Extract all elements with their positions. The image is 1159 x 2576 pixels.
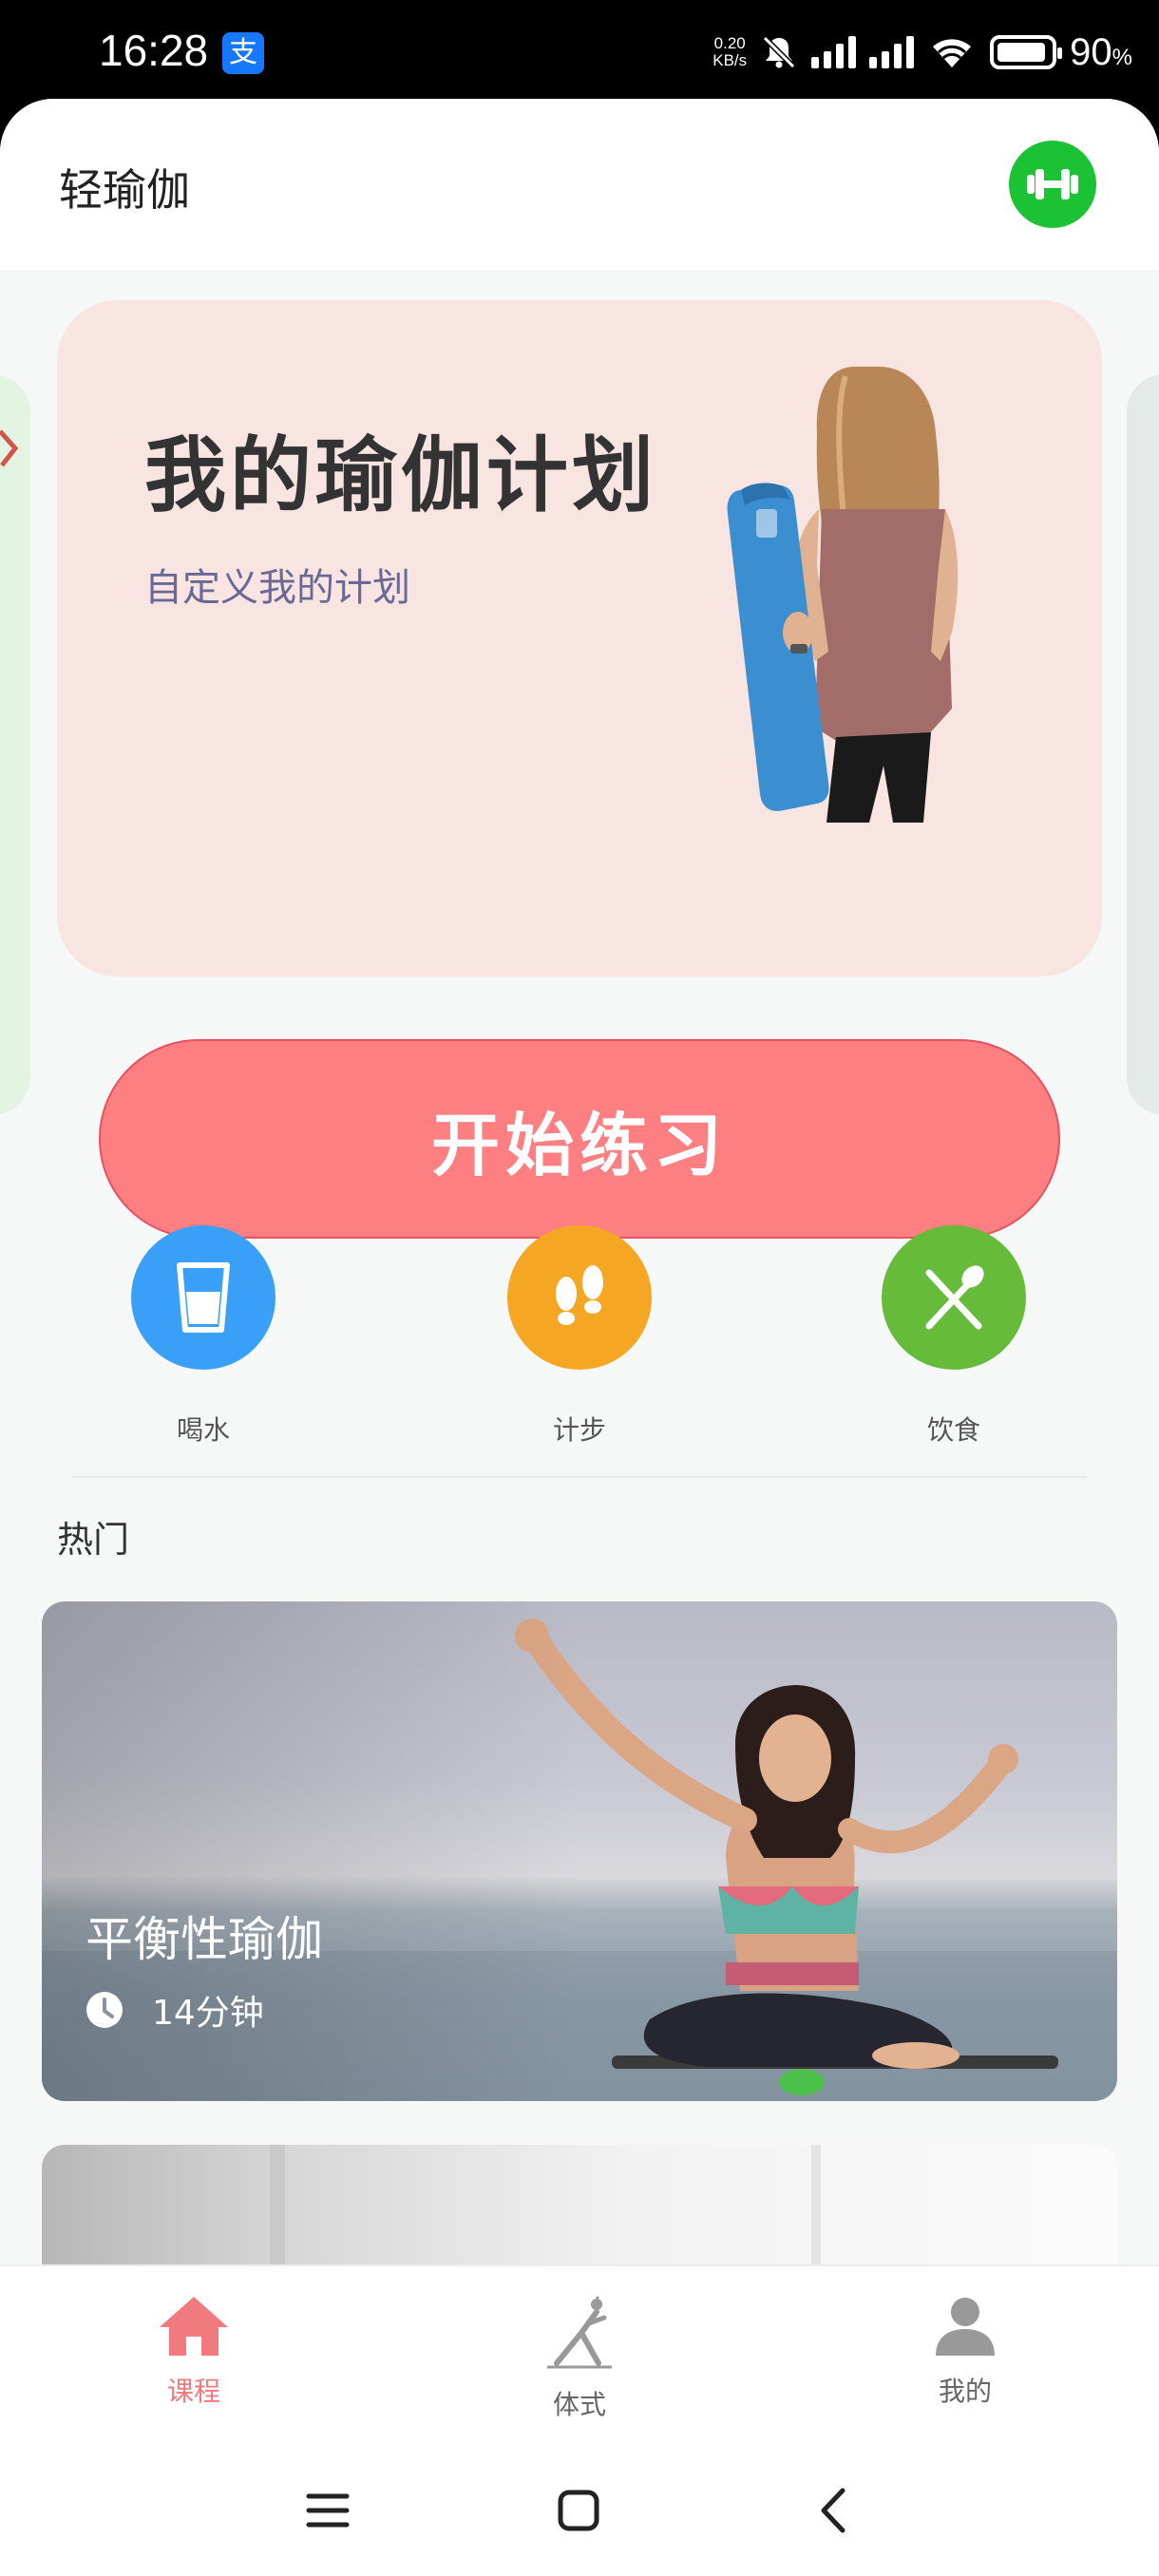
hot-section-title: 热门 bbox=[57, 1519, 130, 1561]
course-photo bbox=[270, 2145, 285, 2278]
utensils-icon bbox=[925, 1265, 984, 1330]
dumbbell-button[interactable] bbox=[1009, 141, 1096, 228]
back-icon bbox=[821, 2488, 846, 2533]
yoga-pose-icon bbox=[547, 2295, 612, 2369]
tab-label: 我的 bbox=[938, 2376, 992, 2407]
carousel-next-card[interactable] bbox=[1127, 374, 1159, 1115]
system-nav-bar bbox=[0, 2445, 1159, 2576]
signal-bars-icon bbox=[869, 36, 915, 68]
battery-percent: 90% bbox=[1070, 30, 1132, 73]
plan-subtitle[interactable]: 自定义我的计划 bbox=[144, 557, 410, 612]
quick-action-water[interactable]: 喝水 bbox=[108, 1225, 298, 1448]
tab-courses[interactable]: 课程 bbox=[99, 2295, 289, 2409]
person-icon bbox=[936, 2298, 995, 2356]
status-time: 16:28 bbox=[99, 26, 209, 75]
status-bar: 16:28 支 0.20 KB/s 90% bbox=[0, 0, 1159, 103]
quick-action-diet[interactable]: 饮食 bbox=[859, 1225, 1049, 1448]
menu-icon bbox=[306, 2493, 350, 2528]
yoga-plan-card[interactable]: 我的瑜伽计划 自定义我的计划 bbox=[57, 300, 1102, 976]
course-duration: 14分钟 bbox=[86, 1985, 264, 2035]
quick-action-label: 喝水 bbox=[176, 1414, 230, 1446]
start-practice-label: 开始练习 bbox=[430, 1105, 728, 1185]
tab-label: 体式 bbox=[552, 2389, 606, 2420]
footprints-icon bbox=[556, 1265, 603, 1325]
back-button[interactable] bbox=[800, 2477, 866, 2544]
bell-muted-icon bbox=[763, 35, 796, 69]
app-header: 轻瑜伽 bbox=[0, 99, 1159, 270]
course-card[interactable]: 平衡性瑜伽 14分钟 bbox=[42, 1601, 1117, 2101]
home-square-icon bbox=[558, 2490, 599, 2531]
water-glass-icon bbox=[177, 1262, 230, 1333]
steps-circle bbox=[507, 1225, 652, 1370]
app-screen: 轻瑜伽 我的瑜伽计划 自定义我的计划 开始练习 喝水 计步 饮食 热门 平衡性瑜… bbox=[0, 99, 1159, 2576]
network-speed-unit: KB/s bbox=[712, 51, 748, 69]
figure-illustration bbox=[0, 429, 19, 467]
section-divider bbox=[72, 1476, 1087, 1478]
start-practice-button[interactable]: 开始练习 bbox=[99, 1039, 1060, 1239]
clock-icon bbox=[86, 1992, 123, 2028]
battery-icon bbox=[990, 35, 1063, 69]
course-duration-text: 14分钟 bbox=[152, 1994, 264, 2033]
diet-circle bbox=[882, 1225, 1026, 1370]
plan-title: 我的瑜伽计划 bbox=[144, 428, 657, 523]
home-button[interactable] bbox=[545, 2477, 612, 2544]
status-indicators: 0.20 KB/s 90% bbox=[712, 27, 1132, 78]
home-icon bbox=[160, 2297, 228, 2356]
tab-mine[interactable]: 我的 bbox=[870, 2295, 1060, 2409]
course-photo bbox=[811, 2145, 821, 2278]
dumbbell-icon bbox=[1027, 169, 1078, 199]
signal-bars-icon bbox=[811, 36, 857, 68]
water-circle bbox=[131, 1225, 276, 1370]
bottom-tab-bar: 课程 体式 我的 bbox=[0, 2264, 1159, 2445]
carousel-prev-card[interactable] bbox=[0, 374, 30, 1115]
course-card[interactable] bbox=[42, 2145, 1117, 2278]
tab-label: 课程 bbox=[166, 2376, 220, 2407]
menu-button[interactable] bbox=[294, 2477, 361, 2544]
quick-action-label: 计步 bbox=[552, 1414, 606, 1446]
app-title: 轻瑜伽 bbox=[59, 164, 190, 216]
network-speed-value: 0.20 bbox=[713, 34, 746, 52]
tab-poses[interactable]: 体式 bbox=[484, 2295, 674, 2422]
network-speed: 0.20 KB/s bbox=[712, 35, 747, 69]
alipay-notification-icon: 支 bbox=[222, 32, 264, 74]
course-name: 平衡性瑜伽 bbox=[86, 1912, 323, 1967]
quick-action-label: 饮食 bbox=[926, 1414, 980, 1446]
quick-action-steps[interactable]: 计步 bbox=[484, 1225, 674, 1448]
woman-with-yoga-mat-illustration bbox=[727, 367, 959, 823]
wifi-icon bbox=[933, 39, 972, 67]
